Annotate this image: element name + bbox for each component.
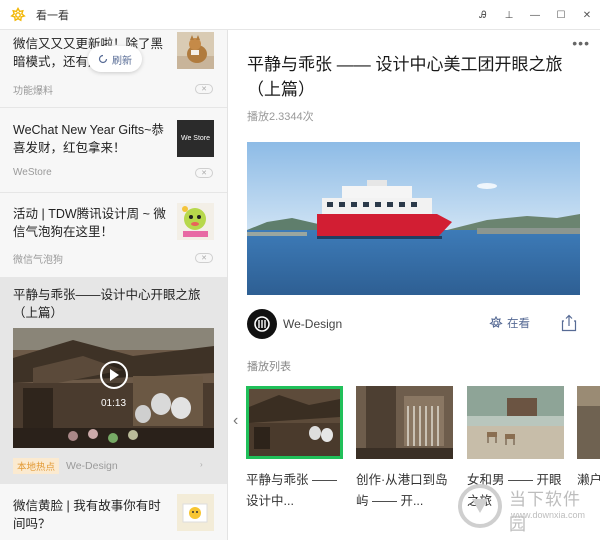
- playlist-item[interactable]: 创作·从港口到岛屿 —— 开...: [356, 386, 453, 512]
- minimize-button[interactable]: —: [522, 0, 548, 30]
- refresh-label: 刷新: [112, 55, 132, 67]
- dismiss-icon[interactable]: ✕: [195, 253, 213, 263]
- feed-item-title: WeChat New Year Gifts~恭喜发财，红包拿来！: [13, 123, 164, 155]
- westore-logo: We Store: [177, 120, 214, 157]
- feed-item-source: 微信气泡狗: [13, 255, 63, 266]
- feed-item-source: We-Design: [66, 460, 118, 472]
- feed-item[interactable]: WeChat New Year Gifts~恭喜发财，红包拿来！ We Stor…: [0, 108, 227, 193]
- app-title: 看一看: [36, 9, 69, 22]
- author-avatar[interactable]: [247, 309, 277, 339]
- playlist-item-current[interactable]: 平静与乖张 —— 设计中...: [246, 386, 343, 512]
- feed-list: 微信又又又更新啦！除了黑暗模式，还有这些 功能爆料 ✕ 刷新 WeChat Ne…: [0, 30, 228, 540]
- playlist-item-title: 濑户...: [577, 473, 600, 487]
- article-panel: ••• 平静与乖张 —— 设计中心美工团开眼之旅（上篇） 播放2.3344次 W…: [229, 30, 600, 540]
- playlist-item[interactable]: 女和男 —— 开眼之旅: [467, 386, 564, 512]
- feed-item[interactable]: 活动 | TDW腾讯设计周 ~ 微信气泡狗在这里！ 微信气泡狗 ✕: [0, 193, 227, 278]
- author-name[interactable]: We-Design: [283, 317, 342, 331]
- share-icon[interactable]: [561, 314, 577, 337]
- feed-item-thumbnail: [177, 494, 214, 531]
- pin-button[interactable]: ⊥: [496, 0, 522, 30]
- feed-item[interactable]: 微信黄脸 | 我有故事你有时间吗？: [0, 484, 227, 540]
- playlist-thumbnail: [246, 386, 343, 459]
- bubble-dog-thumbnail: [177, 203, 214, 240]
- play-icon[interactable]: [100, 361, 128, 389]
- feed-item-title: 平静与乖张——设计中心开眼之旅（上篇）: [13, 288, 201, 320]
- chevron-right-icon: ›: [200, 460, 203, 469]
- zaikan-button[interactable]: 在看: [489, 315, 530, 331]
- video-duration: 01:13: [100, 398, 127, 409]
- hero-image[interactable]: [247, 142, 580, 295]
- play-count: 播放2.3344次: [247, 111, 314, 123]
- playlist-item-title: 女和男 —— 开眼之旅: [467, 473, 562, 508]
- dismiss-icon[interactable]: ✕: [195, 84, 213, 94]
- playlist-thumbnail: [356, 386, 453, 459]
- zaikan-icon: [489, 316, 503, 328]
- chevron-left-icon[interactable]: ‹: [233, 412, 238, 430]
- feed-item-source: 功能爆料: [13, 86, 53, 97]
- close-button[interactable]: ✕: [574, 0, 600, 30]
- playlist-item-title: 平静与乖张 —— 设计中...: [246, 473, 337, 508]
- feed-item-active[interactable]: 平静与乖张——设计中心开眼之旅（上篇） 01:13 本地热点 We-Design…: [0, 278, 227, 484]
- refresh-button[interactable]: 刷新: [88, 46, 142, 72]
- more-options-icon[interactable]: •••: [572, 35, 590, 51]
- feed-item-title: 微信黄脸 | 我有故事你有时间吗？: [13, 499, 161, 531]
- font-size-button[interactable]: Ꭿ: [470, 0, 496, 30]
- playlist-item[interactable]: 濑户...: [577, 386, 600, 491]
- feed-item-source: WeStore: [13, 167, 52, 178]
- title-bar: 看一看 Ꭿ ⊥ — ☐ ✕: [0, 0, 600, 30]
- author-row: We-Design 在看: [247, 309, 580, 339]
- playlist-item-title: 创作·从港口到岛屿 —— 开...: [356, 473, 448, 508]
- dismiss-icon[interactable]: ✕: [195, 168, 213, 178]
- app-logo-icon: [10, 6, 26, 21]
- playlist-label: 播放列表: [247, 361, 291, 373]
- video-thumbnail[interactable]: 01:13: [13, 328, 214, 448]
- feed-item-thumbnail: [177, 32, 214, 69]
- playlist-thumbnail: [577, 386, 600, 459]
- window-controls: Ꭿ ⊥ — ☐ ✕: [470, 0, 600, 30]
- feed-item-title: 活动 | TDW腾讯设计周 ~ 微信气泡狗在这里！: [13, 207, 166, 239]
- maximize-button[interactable]: ☐: [548, 0, 574, 30]
- playlist-thumbnail: [467, 386, 564, 459]
- local-hot-badge: 本地热点: [13, 458, 60, 474]
- refresh-icon: [98, 54, 108, 64]
- article-title: 平静与乖张 —— 设计中心美工团开眼之旅（上篇）: [247, 55, 563, 99]
